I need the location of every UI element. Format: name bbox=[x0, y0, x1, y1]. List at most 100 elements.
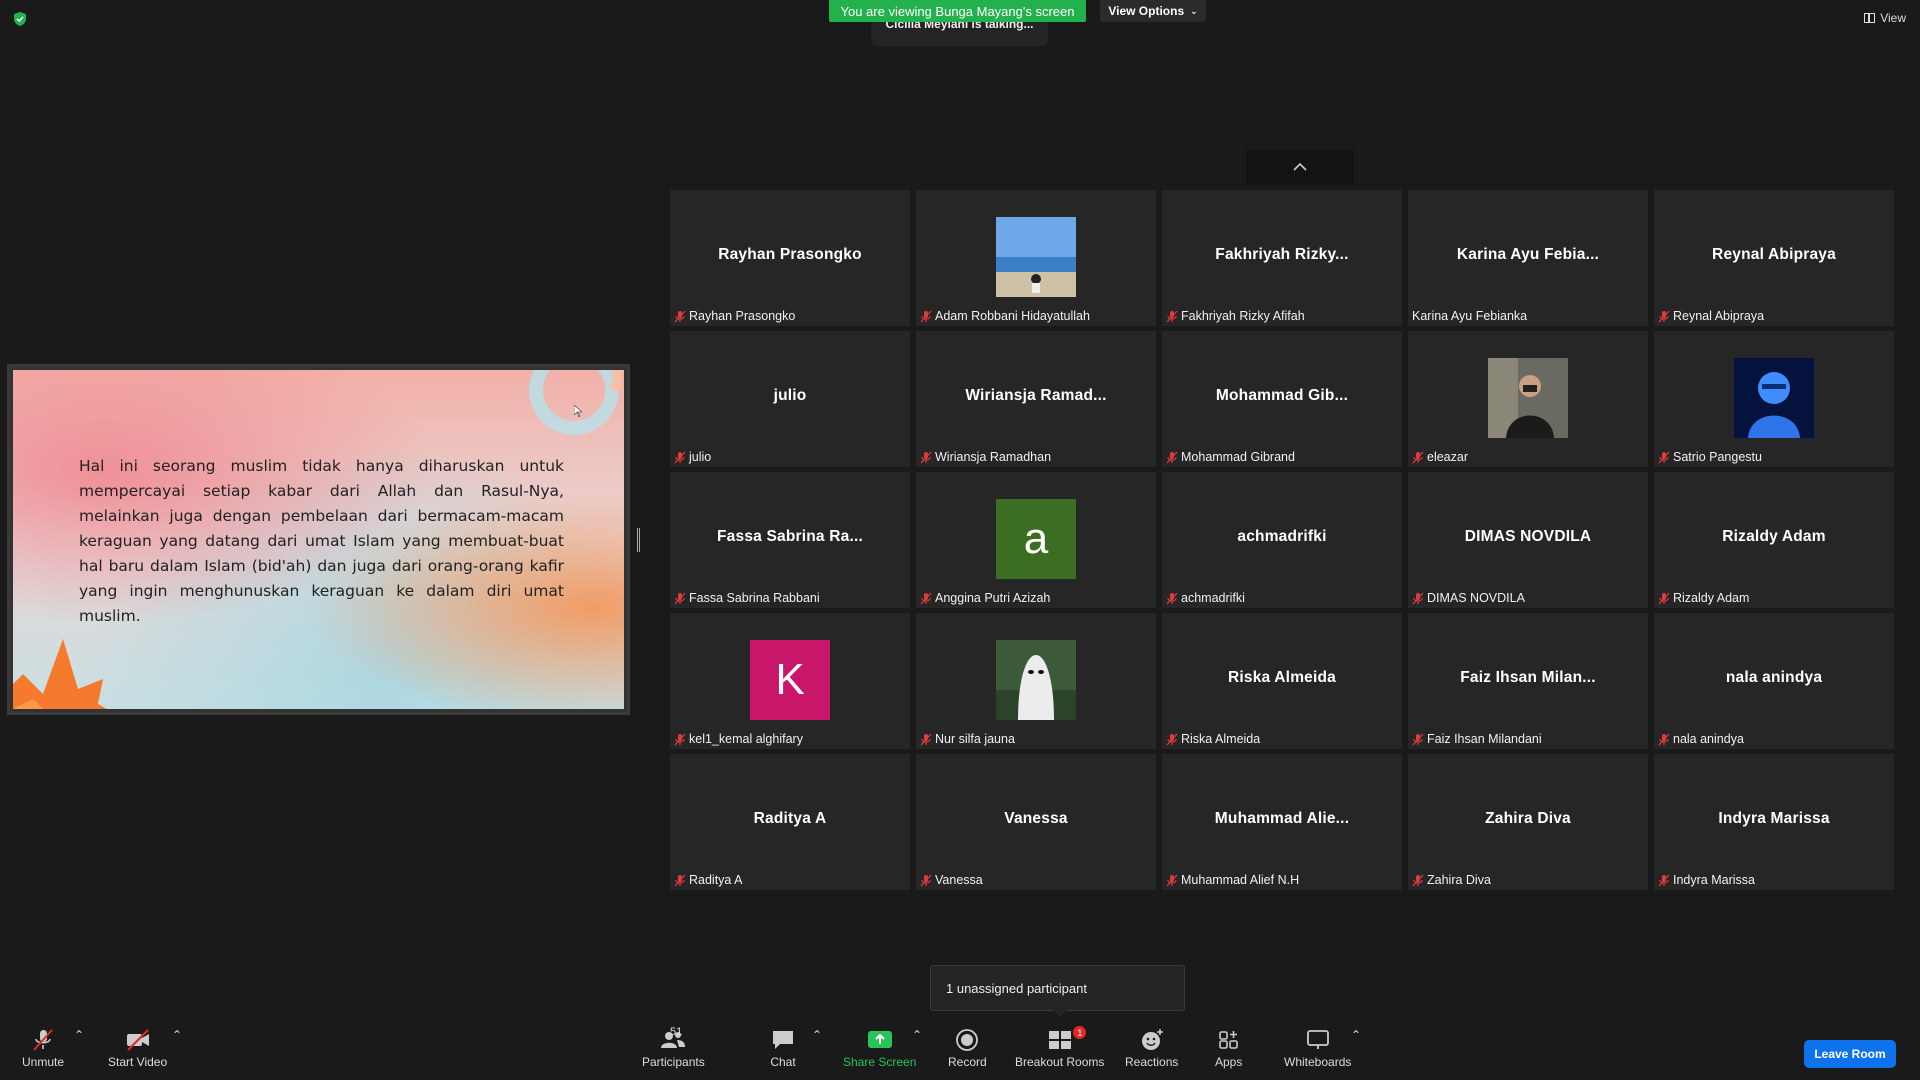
leave-room-button[interactable]: Leave Room bbox=[1804, 1040, 1896, 1068]
participant-name-bar: Indyra Marissa bbox=[1658, 872, 1755, 888]
security-shield-icon[interactable] bbox=[12, 11, 28, 27]
participants-count: 51 bbox=[670, 1026, 683, 1038]
record-button[interactable]: Record bbox=[948, 1028, 987, 1069]
participant-tile[interactable]: nala anindya nala anindya bbox=[1654, 613, 1894, 749]
microphone-muted-icon bbox=[1412, 874, 1424, 886]
presentation-slide: Hal ini seorang muslim tidak hanya dihar… bbox=[13, 370, 624, 709]
participant-tile[interactable]: Rizaldy Adam Rizaldy Adam bbox=[1654, 472, 1894, 608]
breakout-rooms-button[interactable]: 1 Breakout Rooms bbox=[1015, 1026, 1104, 1069]
microphone-muted-icon bbox=[33, 1029, 53, 1051]
mouse-cursor-icon bbox=[574, 405, 582, 417]
participant-name-bar: Reynal Abipraya bbox=[1658, 308, 1764, 324]
participant-name: Karina Ayu Febianka bbox=[1412, 309, 1528, 323]
participant-name-bar: Nur silfa jauna bbox=[920, 731, 1015, 747]
share-options-caret[interactable]: ⌃ bbox=[912, 1028, 922, 1042]
unmute-button[interactable]: Unmute bbox=[22, 1028, 64, 1069]
decorative-swirl bbox=[529, 370, 623, 435]
microphone-muted-icon bbox=[674, 874, 686, 886]
participant-avatar bbox=[996, 640, 1076, 720]
view-options-button[interactable]: View Options ⌄ bbox=[1100, 0, 1206, 22]
participant-name: Faiz Ihsan Milandani bbox=[1427, 732, 1542, 746]
participant-name: kel1_kemal alghifary bbox=[689, 732, 803, 746]
split-view-handle[interactable] bbox=[637, 528, 640, 552]
participant-name-bar: Anggina Putri Azizah bbox=[920, 590, 1050, 606]
participant-display-name: Raditya A bbox=[753, 810, 827, 827]
microphone-muted-icon bbox=[1658, 874, 1670, 886]
participant-name-bar: Karina Ayu Febianka bbox=[1412, 308, 1527, 324]
microphone-muted-icon bbox=[920, 451, 932, 463]
start-video-button[interactable]: Start Video bbox=[108, 1028, 167, 1069]
unassigned-participants-popup[interactable]: 1 unassigned participant bbox=[930, 965, 1185, 1017]
participant-tile[interactable]: Muhammad Alie... Muhammad Alief N.H bbox=[1162, 754, 1402, 890]
participant-tile[interactable]: Zahira Diva Zahira Diva bbox=[1408, 754, 1648, 890]
participant-tile[interactable]: a Anggina Putri Azizah bbox=[916, 472, 1156, 608]
participant-tile[interactable]: Adam Robbani Hidayatullah bbox=[916, 190, 1156, 326]
participant-name: Riska Almeida bbox=[1181, 732, 1261, 746]
participant-display-name: Rayhan Prasongko bbox=[718, 246, 862, 263]
audio-options-caret[interactable]: ⌃ bbox=[74, 1028, 84, 1042]
participant-tile[interactable]: Indyra Marissa Indyra Marissa bbox=[1654, 754, 1894, 890]
participant-tile[interactable]: Fassa Sabrina Ra... Fassa Sabrina Rabbani bbox=[670, 472, 910, 608]
participant-name: Zahira Diva bbox=[1427, 873, 1491, 887]
reactions-button[interactable]: Reactions bbox=[1125, 1028, 1178, 1069]
gallery-scroll-up-button[interactable] bbox=[1246, 150, 1354, 184]
participant-tile[interactable]: Vanessa Vanessa bbox=[916, 754, 1156, 890]
video-camera-off-icon bbox=[126, 1029, 149, 1051]
participant-display-name: Riska Almeida bbox=[1228, 669, 1336, 686]
whiteboards-button[interactable]: Whiteboards bbox=[1284, 1028, 1351, 1069]
video-options-caret[interactable]: ⌃ bbox=[172, 1028, 182, 1042]
participant-tile[interactable]: Nur silfa jauna bbox=[916, 613, 1156, 749]
microphone-muted-icon bbox=[674, 592, 686, 604]
apps-button[interactable]: Apps bbox=[1215, 1028, 1242, 1069]
view-button[interactable]: View bbox=[1864, 11, 1906, 25]
chat-options-caret[interactable]: ⌃ bbox=[812, 1028, 822, 1042]
chat-button[interactable]: Chat bbox=[770, 1028, 796, 1069]
microphone-muted-icon bbox=[1658, 310, 1670, 322]
participant-gallery: Rayhan Prasongko Rayhan Prasongko Adam Rob… bbox=[670, 190, 1894, 890]
participant-tile[interactable]: achmadrifki achmadrifki bbox=[1162, 472, 1402, 608]
participant-name: Fassa Sabrina Rabbani bbox=[689, 591, 820, 605]
participant-name: Vanessa bbox=[935, 873, 983, 887]
chevron-down-icon: ⌄ bbox=[1190, 5, 1198, 16]
microphone-muted-icon bbox=[1166, 310, 1178, 322]
participant-tile[interactable]: DIMAS NOVDILA DIMAS NOVDILA bbox=[1408, 472, 1648, 608]
participant-display-name: Fassa Sabrina Ra... bbox=[717, 528, 863, 545]
participants-button[interactable]: 51 Participants bbox=[642, 1026, 705, 1069]
participant-name-bar: kel1_kemal alghifary bbox=[674, 731, 803, 747]
participant-tile[interactable]: Rayhan Prasongko Rayhan Prasongko bbox=[670, 190, 910, 326]
participant-name-bar: Fakhriyah Rizky Afifah bbox=[1166, 308, 1305, 324]
participant-avatar: a bbox=[996, 499, 1076, 579]
shared-screen[interactable]: Hal ini seorang muslim tidak hanya dihar… bbox=[7, 364, 630, 715]
share-screen-button[interactable]: Share Screen bbox=[843, 1028, 916, 1069]
meeting-toolbar: Unmute ⌃ Start Video ⌃ 51 Participants C… bbox=[0, 1020, 1920, 1080]
participant-display-name: achmadrifki bbox=[1237, 528, 1327, 545]
participant-tile[interactable]: Fakhriyah Rizky... Fakhriyah Rizky Afifah bbox=[1162, 190, 1402, 326]
participant-tile[interactable]: julio julio bbox=[670, 331, 910, 467]
participant-tile[interactable]: Faiz Ihsan Milan... Faiz Ihsan Milandani bbox=[1408, 613, 1648, 749]
participant-tile[interactable]: Raditya A Raditya A bbox=[670, 754, 910, 890]
participant-name-bar: nala anindya bbox=[1658, 731, 1744, 747]
microphone-muted-icon bbox=[1658, 733, 1670, 745]
participant-tile[interactable]: Mohammad Gib... Mohammad Gibrand bbox=[1162, 331, 1402, 467]
participant-tile[interactable]: Kkel1_kemal alghifary bbox=[670, 613, 910, 749]
microphone-muted-icon bbox=[1166, 451, 1178, 463]
participant-tile[interactable]: Wiriansja Ramad... Wiriansja Ramadhan bbox=[916, 331, 1156, 467]
participant-tile[interactable]: Riska Almeida Riska Almeida bbox=[1162, 613, 1402, 749]
microphone-muted-icon bbox=[674, 310, 686, 322]
apps-icon bbox=[1218, 1031, 1238, 1049]
participant-name: julio bbox=[689, 450, 712, 464]
participant-tile[interactable]: Karina Ayu Febia... Karina Ayu Febianka bbox=[1408, 190, 1648, 326]
participant-display-name: DIMAS NOVDILA bbox=[1464, 528, 1592, 545]
participant-name: Raditya A bbox=[689, 873, 743, 887]
participant-tile[interactable]: Reynal Abipraya Reynal Abipraya bbox=[1654, 190, 1894, 326]
whiteboard-options-caret[interactable]: ⌃ bbox=[1351, 1028, 1361, 1042]
participant-display-name: julio bbox=[773, 387, 807, 404]
slide-text: Hal ini seorang muslim tidak hanya dihar… bbox=[79, 457, 564, 625]
participant-display-name: nala anindya bbox=[1725, 669, 1823, 686]
participant-tile[interactable]: eleazar bbox=[1408, 331, 1648, 467]
participant-name: Fakhriyah Rizky Afifah bbox=[1181, 309, 1305, 323]
participant-name: Reynal Abipraya bbox=[1673, 309, 1765, 323]
participant-tile[interactable]: Satrio Pangestu bbox=[1654, 331, 1894, 467]
participant-display-name: Reynal Abipraya bbox=[1712, 246, 1836, 263]
viewing-screen-banner: You are viewing Bunga Mayang's screen bbox=[829, 0, 1086, 22]
